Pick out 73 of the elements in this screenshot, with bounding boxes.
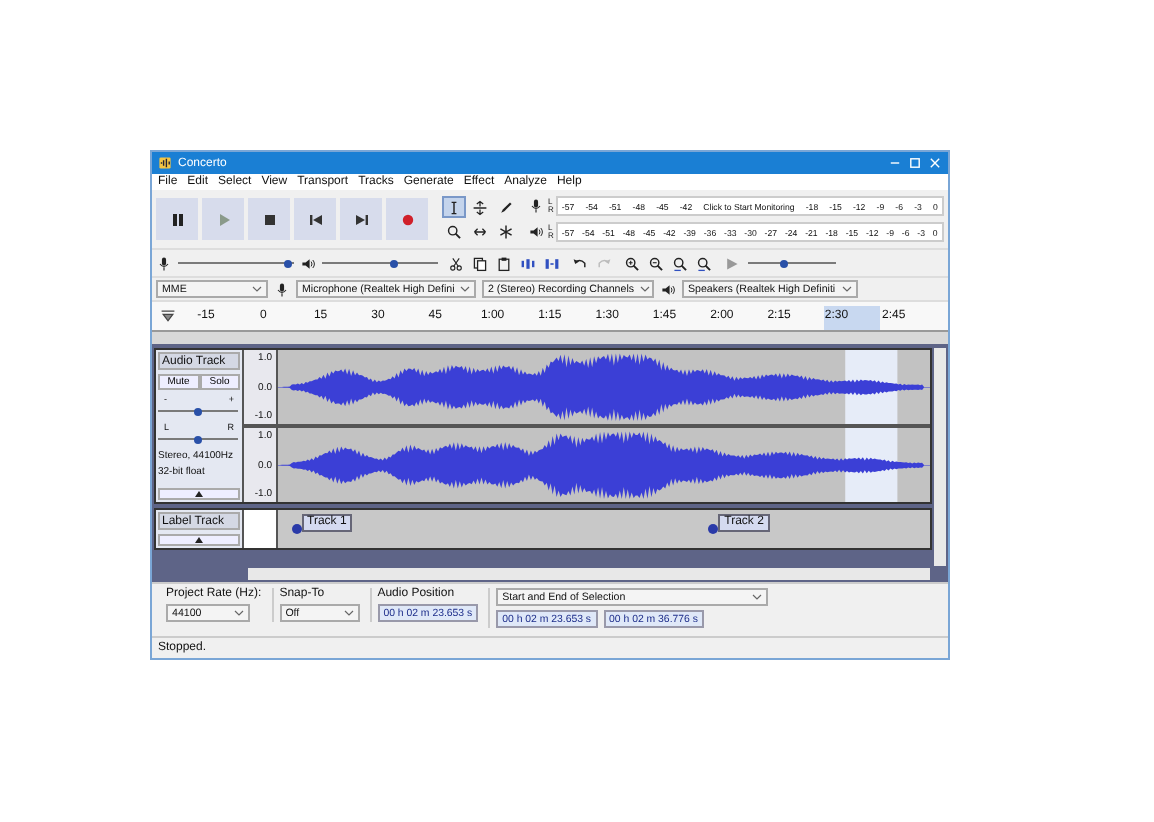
record-icon <box>397 209 417 229</box>
record-button[interactable] <box>386 198 428 240</box>
label-marker[interactable] <box>708 524 719 534</box>
skip-to-start-button[interactable] <box>294 198 336 240</box>
triangle-up-icon <box>194 536 204 544</box>
scissors-icon <box>447 255 463 271</box>
redo-icon <box>595 255 611 271</box>
label-marker[interactable] <box>291 524 302 534</box>
envelope-tool[interactable] <box>468 196 492 218</box>
collapse-button[interactable] <box>158 488 240 500</box>
asterisk-icon <box>498 223 514 239</box>
chevron-down-icon <box>343 610 354 616</box>
vertical-scrollbar[interactable] <box>934 348 946 566</box>
close-icon[interactable] <box>928 156 942 170</box>
minimize-icon[interactable] <box>888 156 902 170</box>
skip-to-start-icon <box>305 209 325 229</box>
microphone-icon <box>527 198 543 214</box>
copy-button[interactable] <box>468 252 490 274</box>
pause-icon <box>167 209 187 229</box>
zoom-out-button[interactable] <box>644 252 666 274</box>
fit-selection-button[interactable] <box>668 252 690 274</box>
microphone-icon <box>156 255 172 271</box>
triangle-down-icon <box>160 308 176 324</box>
speaker-icon <box>660 281 676 297</box>
undo-icon <box>571 255 587 271</box>
waveform-drawing[interactable] <box>278 428 930 502</box>
speaker-icon <box>300 255 316 271</box>
i-beam-icon <box>446 199 462 215</box>
pencil-icon <box>498 199 514 215</box>
cut-button[interactable] <box>444 252 466 274</box>
horizontal-scrollbar[interactable] <box>248 568 930 580</box>
microphone-icon <box>274 281 290 297</box>
chevron-down-icon <box>752 594 763 600</box>
envelope-tool-icon <box>472 199 488 215</box>
selection-range <box>824 306 880 330</box>
pan-slider[interactable] <box>194 435 202 443</box>
app-icon <box>158 156 172 170</box>
recording-volume-slider[interactable] <box>284 259 293 267</box>
chevron-down-icon <box>640 286 651 292</box>
double-arrow-icon <box>472 223 488 239</box>
clipboard-icon <box>495 255 511 271</box>
chevron-down-icon <box>842 286 852 292</box>
trim-icon <box>519 255 535 271</box>
fit-project-button[interactable] <box>692 252 714 274</box>
zoom-out-icon <box>647 255 663 271</box>
skip-to-end-button[interactable] <box>340 198 382 240</box>
collapse-button[interactable] <box>158 534 240 546</box>
gain-slider[interactable] <box>194 407 202 415</box>
multi-tool[interactable] <box>494 220 518 242</box>
speaker-icon <box>527 224 543 240</box>
pause-button[interactable] <box>156 198 198 240</box>
fit-project-icon <box>695 255 711 271</box>
playback-speed-slider[interactable] <box>779 259 788 267</box>
skip-to-end-icon <box>351 209 371 229</box>
play-icon <box>723 255 739 271</box>
playback-volume-slider[interactable] <box>389 259 398 267</box>
selection-tool[interactable] <box>442 196 466 218</box>
waveform-drawing[interactable] <box>278 350 930 424</box>
chevron-down-icon <box>252 286 262 292</box>
maximize-icon[interactable] <box>908 156 922 170</box>
zoom-in-button[interactable] <box>620 252 642 274</box>
magnifier-icon <box>446 223 462 239</box>
fit-selection-icon <box>671 255 687 271</box>
zoom-in-icon <box>623 255 639 271</box>
triangle-up-icon <box>194 490 204 498</box>
stop-button[interactable] <box>248 198 290 240</box>
zoom-tool[interactable] <box>442 220 466 242</box>
playback-meter-button[interactable] <box>524 221 546 243</box>
stop-icon <box>259 209 279 229</box>
chevron-down-icon <box>234 610 244 616</box>
silence-icon <box>543 255 559 271</box>
copy-icon <box>471 255 487 271</box>
chevron-down-icon <box>460 286 471 292</box>
